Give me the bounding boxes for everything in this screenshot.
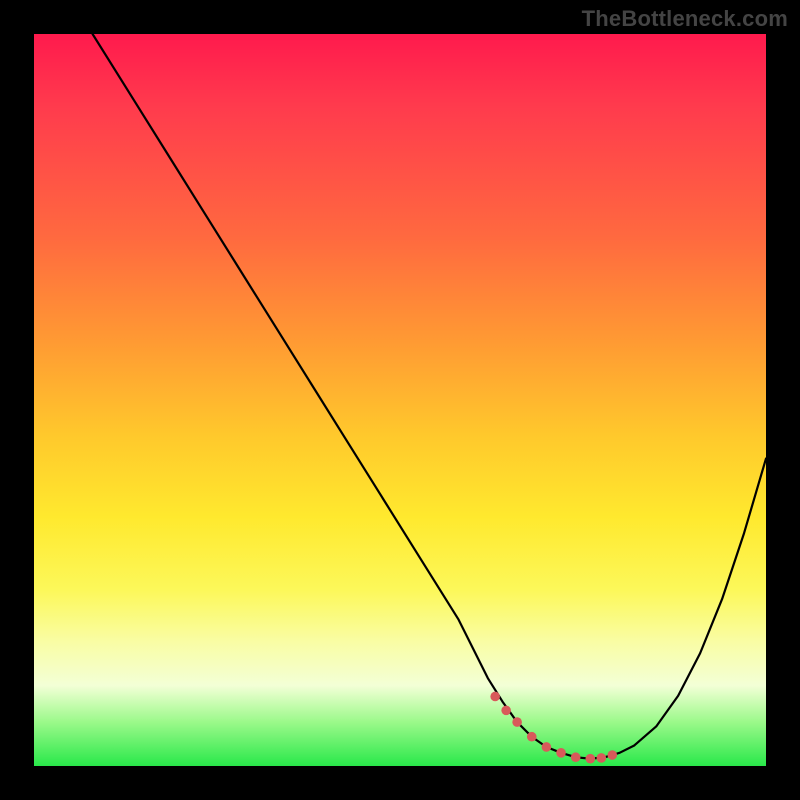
marker-dot: [586, 754, 596, 764]
marker-dot: [501, 706, 511, 716]
marker-dot: [490, 692, 500, 702]
marker-dot: [527, 732, 537, 742]
marker-dot: [512, 717, 522, 727]
marker-dot: [571, 752, 581, 762]
marker-dot: [556, 748, 566, 758]
highlighted-range-markers: [490, 692, 617, 764]
chart-svg: [34, 34, 766, 766]
plot-area: [34, 34, 766, 766]
marker-dot: [597, 753, 607, 763]
marker-dot: [542, 742, 552, 752]
chart-container: TheBottleneck.com: [0, 0, 800, 800]
watermark-text: TheBottleneck.com: [582, 6, 788, 32]
bottleneck-curve: [93, 34, 766, 759]
marker-dot: [607, 750, 617, 760]
